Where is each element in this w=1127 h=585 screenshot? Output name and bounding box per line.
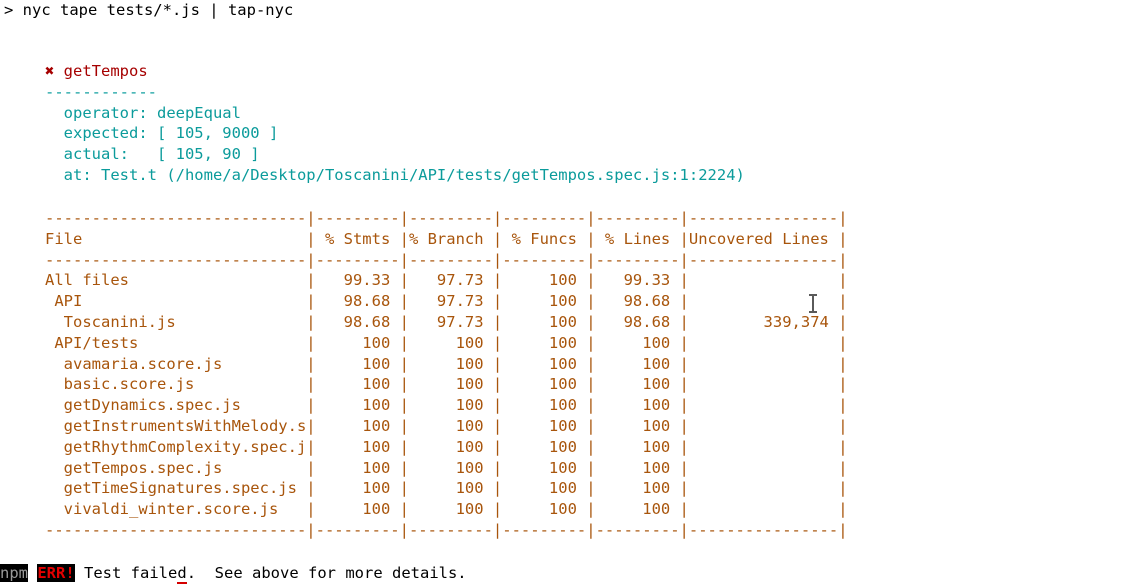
test-failure-block: ✖ getTempos ------------ operator: deepE… xyxy=(45,61,745,186)
npm-err-badge: ERR! xyxy=(37,564,75,582)
npm-error-message-post: . See above for more details. xyxy=(186,564,467,582)
npm-badge: npm xyxy=(0,564,28,582)
terminal-screen: > nyc tape tests/*.js | tap-nyc ✖ getTem… xyxy=(0,0,1127,585)
failure-rule-divider: ------------ xyxy=(45,82,157,101)
npm-error-message-pre: Test faile xyxy=(84,564,178,582)
coverage-table: ----------------------------|---------|-… xyxy=(45,209,848,539)
failure-title: ✖ getTempos xyxy=(45,62,148,80)
failure-detail-actual: actual: [ 105, 90 ] xyxy=(45,145,260,164)
command-prompt-line: > nyc tape tests/*.js | tap-nyc xyxy=(4,1,294,19)
failure-detail-at: at: Test.t (/home/a/Desktop/Toscanini/AP… xyxy=(45,165,745,184)
failure-detail-expected: expected: [ 105, 9000 ] xyxy=(45,124,279,143)
npm-error-message-flagged: d xyxy=(177,564,187,584)
npm-error-line: npm ERR! Test failed. See above for more… xyxy=(0,563,467,584)
failure-detail-operator: operator: deepEqual xyxy=(45,103,241,122)
